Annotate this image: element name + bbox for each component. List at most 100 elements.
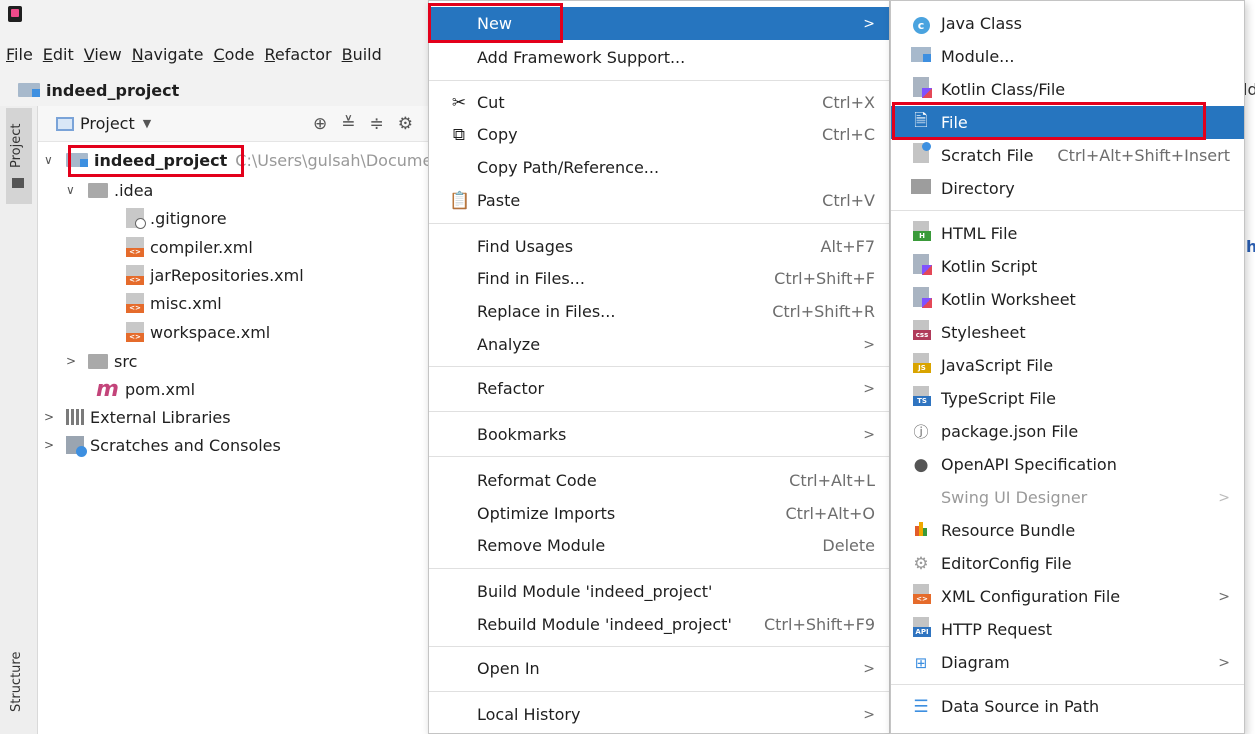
menu-item-add-framework-support[interactable]: Add Framework Support...: [429, 41, 889, 74]
breadcrumb-project[interactable]: indeed_project: [46, 81, 179, 100]
module-folder-icon: [18, 83, 40, 97]
chevron-right-icon: >: [863, 426, 875, 443]
nodejs-icon: ⓙ: [913, 423, 929, 441]
gear-icon: ⚙: [913, 553, 929, 574]
menu-item-build-module[interactable]: Build Module 'indeed_project': [429, 575, 889, 608]
submenu-item-typescript-file[interactable]: TS TypeScript File: [891, 382, 1244, 415]
menu-item-remove-module[interactable]: Remove Module Delete: [429, 529, 889, 562]
tree-root-path: C:\Users\gulsah\Docume: [235, 150, 433, 170]
chevron-right-icon: >: [863, 660, 875, 677]
xml-file-icon: [126, 293, 144, 313]
submenu-item-directory[interactable]: Directory: [891, 172, 1244, 205]
chevron-right-icon[interactable]: >: [44, 410, 58, 424]
chevron-right-icon[interactable]: >: [44, 438, 58, 452]
gear-icon[interactable]: ⚙: [398, 114, 413, 134]
menu-item-find-in-files[interactable]: Find in Files... Ctrl+Shift+F: [429, 262, 889, 295]
submenu-item-kotlin-script[interactable]: Kotlin Script: [891, 250, 1244, 283]
menu-item-bookmarks[interactable]: Bookmarks >: [429, 418, 889, 451]
menu-separator: [891, 210, 1244, 211]
menu-build[interactable]: Build: [342, 45, 382, 64]
menu-item-copy-path[interactable]: Copy Path/Reference...: [429, 151, 889, 184]
chevron-right-icon: >: [1218, 489, 1230, 506]
chevron-down-icon[interactable]: ∨: [44, 153, 58, 167]
menu-item-open-in[interactable]: Open In >: [429, 652, 889, 685]
submenu-item-kotlin-worksheet[interactable]: Kotlin Worksheet: [891, 283, 1244, 316]
tree-row-idea[interactable]: ∨ .idea: [66, 176, 153, 204]
tree-row-pom-xml[interactable]: m pom.xml: [96, 375, 195, 403]
tree-row-workspace-xml[interactable]: workspace.xml: [126, 318, 270, 346]
submenu-item-java-class[interactable]: c Java Class: [891, 7, 1244, 40]
chevron-right-icon: >: [1218, 654, 1230, 671]
submenu-item-xml-configuration[interactable]: <> XML Configuration File >: [891, 580, 1244, 613]
submenu-item-package-json[interactable]: ⓙ package.json File: [891, 415, 1244, 448]
tree-row-jarrepositories-xml[interactable]: jarRepositories.xml: [126, 261, 304, 289]
menu-edit[interactable]: Edit: [43, 45, 74, 64]
title-bar: [0, 0, 430, 34]
collapse-all-icon[interactable]: ≑: [370, 114, 384, 134]
submenu-item-file[interactable]: 🗎 File: [891, 106, 1244, 139]
menu-item-replace-in-files[interactable]: Replace in Files... Ctrl+Shift+R: [429, 295, 889, 328]
submenu-item-data-source-in-path[interactable]: ☰ Data Source in Path: [891, 690, 1244, 723]
menu-navigate[interactable]: Navigate: [132, 45, 204, 64]
menu-code[interactable]: Code: [214, 45, 255, 64]
menu-item-paste[interactable]: 📋 Paste Ctrl+V: [429, 184, 889, 217]
tree-row-scratches[interactable]: > Scratches and Consoles: [44, 431, 281, 459]
submenu-item-html-file[interactable]: H HTML File: [891, 217, 1244, 250]
tree-item-label: src: [114, 351, 138, 371]
submenu-item-stylesheet[interactable]: css Stylesheet: [891, 316, 1244, 349]
submenu-item-kotlin-class[interactable]: Kotlin Class/File: [891, 73, 1244, 106]
tree-item-label: compiler.xml: [150, 237, 253, 257]
xml-file-icon: <>: [913, 584, 931, 604]
tree-row-compiler-xml[interactable]: compiler.xml: [126, 233, 253, 261]
javascript-file-icon: JS: [913, 353, 931, 373]
menu-separator: [891, 684, 1244, 685]
submenu-item-module[interactable]: Module...: [891, 40, 1244, 73]
tree-row-misc-xml[interactable]: misc.xml: [126, 289, 222, 317]
tree-row-external-libraries[interactable]: > External Libraries: [44, 403, 231, 431]
project-panel-header: Project ▼ ⊕ ≚ ≑ ⚙: [38, 106, 430, 142]
menu-item-find-usages[interactable]: Find Usages Alt+F7: [429, 230, 889, 263]
tree-item-label: .idea: [114, 180, 154, 200]
menu-item-refactor[interactable]: Refactor >: [429, 372, 889, 405]
kotlin-script-icon: [913, 254, 932, 275]
tree-row-gitignore[interactable]: .gitignore: [126, 204, 227, 232]
submenu-item-scratch-file[interactable]: Scratch File Ctrl+Alt+Shift+Insert: [891, 139, 1244, 172]
tree-row-src[interactable]: > src: [66, 347, 137, 375]
chevron-down-icon[interactable]: ▼: [143, 117, 151, 130]
menu-item-copy[interactable]: ⧉ Copy Ctrl+C: [429, 118, 889, 151]
menu-item-rebuild-module[interactable]: Rebuild Module 'indeed_project' Ctrl+Shi…: [429, 608, 889, 641]
menu-file[interactable]: File: [6, 45, 33, 64]
project-tool-tab-label[interactable]: Project: [9, 124, 24, 168]
menu-refactor[interactable]: Refactor: [264, 45, 331, 64]
project-view-selector[interactable]: Project: [80, 114, 135, 133]
submenu-item-diagram[interactable]: ⊞ Diagram >: [891, 646, 1244, 679]
submenu-item-openapi[interactable]: ● OpenAPI Specification: [891, 448, 1244, 481]
expand-all-icon[interactable]: ≚: [341, 114, 355, 134]
tree-item-label: pom.xml: [124, 379, 196, 399]
submenu-item-javascript-file[interactable]: JS JavaScript File: [891, 349, 1244, 382]
submenu-item-editorconfig[interactable]: ⚙ EditorConfig File: [891, 547, 1244, 580]
chevron-right-icon[interactable]: >: [66, 354, 80, 368]
java-class-icon: c: [912, 16, 930, 34]
panel-header-actions: ⊕ ≚ ≑ ⚙: [313, 114, 413, 134]
submenu-item-swing-ui-designer[interactable]: Swing UI Designer >: [891, 481, 1244, 514]
tree-item-label: workspace.xml: [150, 322, 271, 342]
menu-separator: [429, 646, 889, 647]
locate-icon[interactable]: ⊕: [313, 114, 327, 134]
chevron-down-icon[interactable]: ∨: [66, 183, 80, 197]
submenu-item-http-request[interactable]: API HTTP Request: [891, 613, 1244, 646]
structure-tool-tab-label[interactable]: Structure: [9, 652, 24, 712]
menu-separator: [429, 568, 889, 569]
menu-item-analyze[interactable]: Analyze >: [429, 328, 889, 361]
menu-item-cut[interactable]: ✂ Cut Ctrl+X: [429, 86, 889, 119]
menu-separator: [429, 691, 889, 692]
menu-item-local-history[interactable]: Local History >: [429, 698, 889, 731]
menu-separator: [429, 456, 889, 457]
menu-item-new[interactable]: New >: [429, 7, 889, 40]
menu-item-reformat-code[interactable]: Reformat Code Ctrl+Alt+L: [429, 464, 889, 497]
submenu-item-resource-bundle[interactable]: Resource Bundle: [891, 514, 1244, 547]
tree-row-root[interactable]: ∨ indeed_project C:\Users\gulsah\Docume: [44, 146, 432, 174]
menu-view[interactable]: View: [84, 45, 122, 64]
menu-item-optimize-imports[interactable]: Optimize Imports Ctrl+Alt+O: [429, 497, 889, 530]
xml-file-icon: [126, 322, 144, 342]
